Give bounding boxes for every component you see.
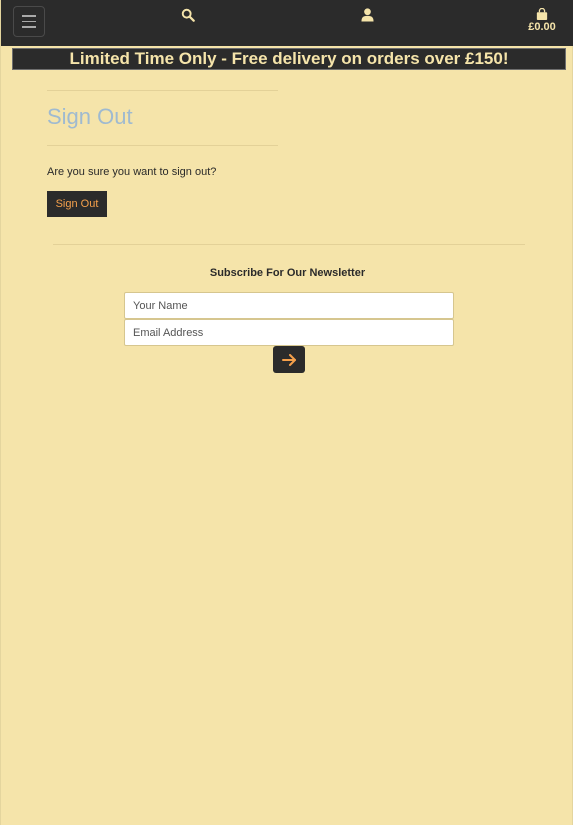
- sign-out-button[interactable]: Sign Out: [47, 191, 107, 217]
- cart-total: £0.00: [528, 21, 556, 33]
- footer-divider: [53, 244, 525, 245]
- menu-toggle-button[interactable]: [13, 6, 45, 37]
- promo-banner: Limited Time Only - Free delivery on ord…: [12, 48, 566, 70]
- newsletter-title: Subscribe For Our Newsletter: [209, 267, 366, 279]
- search-icon[interactable]: [181, 8, 195, 22]
- shopping-bag-icon: [536, 8, 548, 20]
- newsletter-submit-button[interactable]: [273, 346, 305, 373]
- top-navbar: £0.00: [1, 0, 573, 46]
- hamburger-icon: [22, 15, 36, 17]
- arrow-right-icon: [281, 353, 296, 366]
- divider: [47, 90, 278, 91]
- divider: [47, 145, 278, 146]
- page-title: Sign Out: [47, 104, 133, 129]
- signout-confirm-text: Are you sure you want to sign out?: [47, 166, 217, 178]
- user-icon[interactable]: [361, 8, 374, 22]
- cart-link[interactable]: £0.00: [527, 8, 557, 33]
- newsletter-name-input[interactable]: [124, 292, 454, 319]
- newsletter-email-input[interactable]: [124, 319, 454, 346]
